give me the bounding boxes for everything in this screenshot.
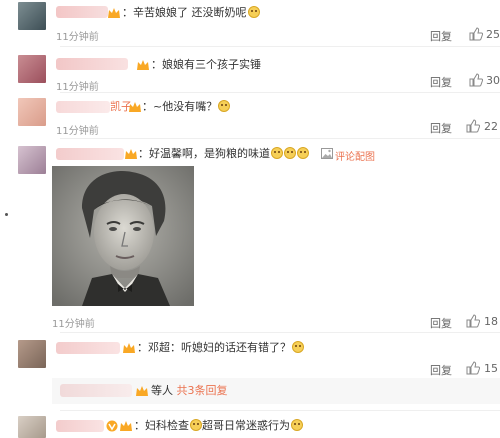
reply-button[interactable]: 回复 bbox=[430, 28, 452, 44]
avatar[interactable] bbox=[18, 2, 46, 30]
divider bbox=[60, 138, 500, 139]
thumb-up-icon[interactable] bbox=[466, 361, 480, 375]
vip-badge-icon bbox=[136, 386, 148, 396]
sub-reply-box[interactable]: 等人 共3条回复 bbox=[52, 378, 500, 404]
reply-button[interactable]: 回复 bbox=[430, 362, 452, 378]
comment-image[interactable] bbox=[52, 166, 194, 306]
thumb-up-icon[interactable] bbox=[469, 27, 483, 41]
username[interactable] bbox=[56, 148, 124, 160]
avatar[interactable] bbox=[18, 416, 46, 438]
comment-text: ：~他没有嘴？ bbox=[142, 100, 218, 113]
sub-reply-username[interactable] bbox=[60, 384, 132, 397]
username[interactable] bbox=[56, 420, 104, 432]
vip-badge-icon bbox=[125, 149, 137, 159]
like-count: 30 bbox=[486, 74, 500, 87]
emoji-icon bbox=[297, 147, 309, 159]
comment-text-continued: 超哥日常迷惑行为 bbox=[202, 419, 290, 432]
verified-v-icon bbox=[106, 420, 118, 432]
comment-text: ：好温馨啊，是狗粮的味道 bbox=[138, 147, 270, 160]
reply-button[interactable]: 回复 bbox=[430, 315, 452, 331]
divider bbox=[60, 92, 500, 93]
avatar[interactable] bbox=[18, 98, 46, 126]
comment-time: 11分钟前 bbox=[52, 319, 95, 330]
bullet-dot bbox=[5, 213, 8, 216]
view-replies-link[interactable]: 共3条回复 bbox=[177, 384, 228, 397]
emoji-icon bbox=[292, 341, 304, 353]
reply-button[interactable]: 回复 bbox=[430, 120, 452, 136]
divider bbox=[60, 410, 500, 411]
avatar[interactable] bbox=[18, 340, 46, 368]
username[interactable] bbox=[56, 58, 128, 70]
avatar[interactable] bbox=[18, 55, 46, 83]
image-icon bbox=[321, 148, 333, 159]
emoji-icon bbox=[284, 147, 296, 159]
thumb-up-icon[interactable] bbox=[469, 73, 483, 87]
vip-badge-icon bbox=[123, 343, 135, 353]
emoji-icon bbox=[190, 419, 202, 431]
vip-badge-icon bbox=[137, 60, 149, 70]
vip-badge-icon bbox=[120, 421, 132, 431]
reply-button[interactable]: 回复 bbox=[430, 74, 452, 90]
comment-text: ：邓超：听媳妇的话还有错了？ bbox=[137, 341, 291, 354]
avatar[interactable] bbox=[18, 146, 46, 174]
comment-text: ：妇科检查 bbox=[134, 419, 189, 432]
emoji-icon bbox=[271, 147, 283, 159]
like-count: 25 bbox=[486, 28, 500, 41]
username[interactable] bbox=[56, 101, 110, 113]
like-count: 18 bbox=[484, 315, 498, 328]
sub-reply-text: 等人 bbox=[151, 384, 173, 397]
thumb-up-icon[interactable] bbox=[466, 314, 480, 328]
emoji-icon bbox=[247, 6, 260, 18]
like-count: 22 bbox=[484, 120, 498, 133]
comment-text: ：辛苦娘娘了 还没断奶呢 bbox=[122, 6, 247, 19]
vip-badge-icon bbox=[129, 102, 141, 112]
divider bbox=[60, 332, 500, 333]
comment-image-link[interactable]: 评论配图 bbox=[335, 148, 375, 163]
vip-badge-icon bbox=[108, 8, 120, 18]
comment-time: 11分钟前 bbox=[56, 32, 99, 43]
emoji-icon bbox=[291, 419, 303, 431]
thumb-up-icon[interactable] bbox=[466, 119, 480, 133]
username[interactable] bbox=[56, 342, 120, 354]
emoji-icon bbox=[218, 100, 231, 112]
username[interactable] bbox=[56, 6, 108, 18]
portrait-sketch bbox=[52, 166, 194, 306]
like-count: 15 bbox=[484, 362, 498, 375]
comment-time: 11分钟前 bbox=[56, 82, 99, 93]
divider bbox=[60, 46, 500, 47]
comment-time: 11分钟前 bbox=[56, 126, 99, 137]
comment-text: ：娘娘有三个孩子实锤 bbox=[151, 58, 261, 71]
